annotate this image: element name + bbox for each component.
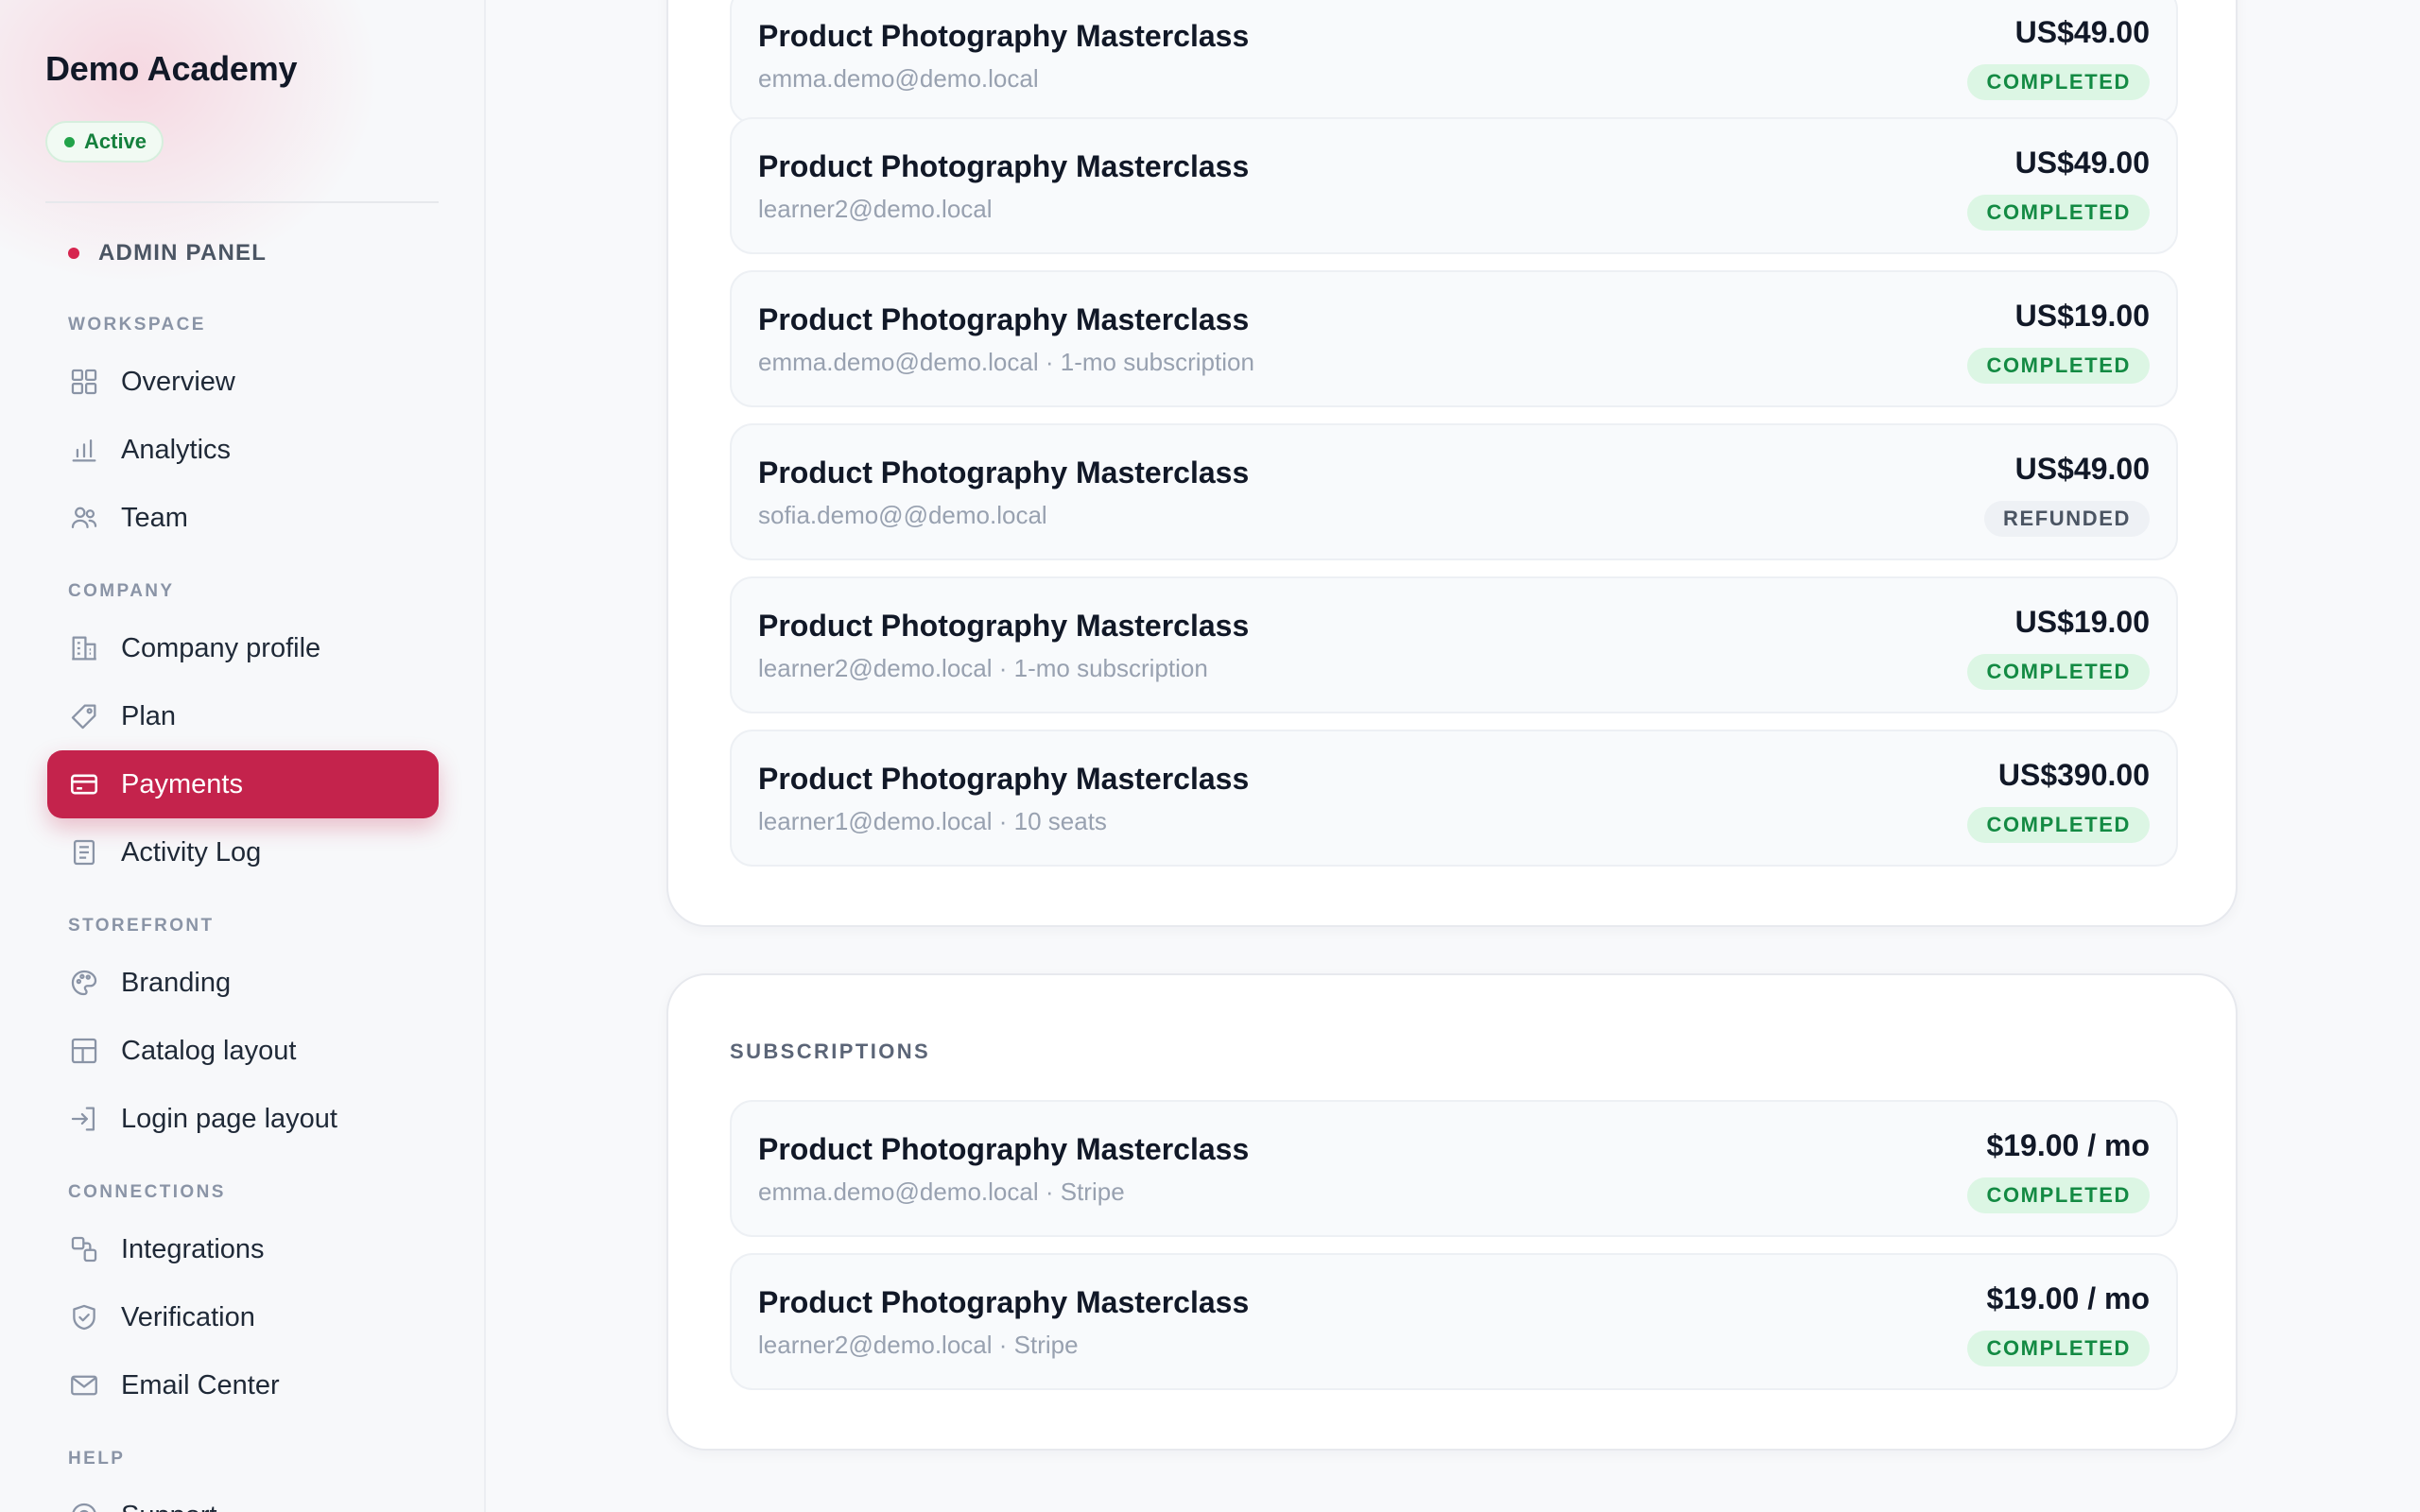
sidebar-item-login-page-layout[interactable]: Login page layout	[47, 1085, 439, 1153]
payment-customer: learner2@demo.local · 1-mo subscription	[758, 654, 1208, 682]
subscriptions-heading: SUBSCRIPTIONS	[730, 1040, 931, 1063]
sidebar-item-overview[interactable]: Overview	[47, 348, 439, 416]
payment-course-title: Product Photography Masterclass	[758, 609, 1250, 643]
status-badge: COMPLETED	[1967, 807, 2150, 843]
credit-card-icon	[68, 768, 100, 800]
sidebar-item-label: Login page layout	[121, 1103, 337, 1134]
sidebar-item-label: Verification	[121, 1301, 255, 1332]
sidebar-item-activity-log[interactable]: Activity Log	[47, 818, 439, 886]
mail-icon	[68, 1369, 100, 1401]
sidebar-item-verification[interactable]: Verification	[47, 1283, 439, 1351]
status-label: Active	[84, 129, 147, 153]
status-badge: COMPLETED	[1967, 64, 2150, 100]
grid-icon	[68, 366, 100, 398]
payment-amount: US$19.00	[2014, 605, 2150, 639]
status-badge: COMPLETED	[1967, 195, 2150, 231]
sidebar-item-company-profile[interactable]: Company profile	[47, 614, 439, 682]
section-storefront: STOREFRONT	[68, 916, 215, 936]
payment-amount: US$49.00	[2014, 15, 2150, 49]
payment-row[interactable]: Product Photography Masterclass learner2…	[730, 576, 2178, 713]
panel-dot-icon	[68, 248, 79, 259]
status-badge: COMPLETED	[1967, 654, 2150, 690]
admin-panel-label: ADMIN PANEL	[68, 240, 267, 266]
sidebar-item-team[interactable]: Team	[47, 484, 439, 552]
section-help: HELP	[68, 1449, 126, 1469]
subscription-amount: $19.00 / mo	[1986, 1128, 2150, 1162]
sidebar-item-label: Branding	[121, 967, 232, 998]
subscriptions-card: SUBSCRIPTIONS Product Photography Master…	[666, 973, 2238, 1451]
login-icon	[68, 1103, 100, 1135]
building-icon	[68, 632, 100, 664]
document-icon	[68, 836, 100, 868]
sidebar-divider	[45, 201, 439, 203]
tag-icon	[68, 700, 100, 732]
integrations-icon	[68, 1233, 100, 1265]
subscription-row[interactable]: Product Photography Masterclass emma.dem…	[730, 1100, 2178, 1237]
sidebar: Demo Academy Active ADMIN PANEL WORKSPAC…	[0, 0, 486, 1512]
payment-row[interactable]: Product Photography Masterclass learner2…	[730, 117, 2178, 254]
users-icon	[68, 502, 100, 534]
section-connections: CONNECTIONS	[68, 1182, 226, 1202]
sidebar-item-label: Analytics	[121, 434, 232, 465]
status-badge: REFUNDED	[1983, 501, 2150, 537]
payment-amount: US$49.00	[2014, 146, 2150, 180]
subscription-amount: $19.00 / mo	[1986, 1281, 2150, 1315]
subscription-customer: emma.demo@demo.local · Stripe	[758, 1177, 1125, 1206]
sidebar-item-label: Integrations	[121, 1233, 265, 1264]
payment-row[interactable]: Product Photography Masterclass sofia.de…	[730, 423, 2178, 560]
status-dot-icon	[64, 136, 75, 147]
sidebar-item-integrations[interactable]: Integrations	[47, 1215, 439, 1283]
payment-customer: sofia.demo@@demo.local	[758, 501, 1047, 529]
sidebar-item-email-center[interactable]: Email Center	[47, 1351, 439, 1419]
payment-customer: learner2@demo.local	[758, 195, 993, 223]
payment-row[interactable]: Product Photography Masterclass learner1…	[730, 730, 2178, 867]
sidebar-item-branding[interactable]: Branding	[47, 949, 439, 1017]
palette-icon	[68, 967, 100, 999]
layout-icon	[68, 1035, 100, 1067]
subscription-course-title: Product Photography Masterclass	[758, 1132, 1250, 1166]
sidebar-item-label: Team	[121, 502, 188, 533]
payment-course-title: Product Photography Masterclass	[758, 455, 1250, 490]
payment-row[interactable]: Product Photography Masterclass emma.dem…	[730, 0, 2178, 124]
payment-customer: emma.demo@demo.local	[758, 64, 1039, 93]
payment-amount: US$19.00	[2014, 299, 2150, 333]
sidebar-item-label: Email Center	[121, 1369, 280, 1400]
subscription-customer: learner2@demo.local · Stripe	[758, 1331, 1079, 1359]
payment-course-title: Product Photography Masterclass	[758, 149, 1250, 183]
sidebar-item-label: Support	[121, 1501, 217, 1512]
sidebar-item-label: Payments	[121, 768, 243, 799]
status-badge: COMPLETED	[1967, 348, 2150, 384]
sidebar-item-label: Overview	[121, 366, 235, 397]
payment-course-title: Product Photography Masterclass	[758, 762, 1250, 796]
payments-card: Product Photography Masterclass emma.dem…	[666, 0, 2238, 927]
subscription-course-title: Product Photography Masterclass	[758, 1285, 1250, 1319]
shield-check-icon	[68, 1301, 100, 1333]
payment-customer: learner1@demo.local · 10 seats	[758, 807, 1107, 835]
sidebar-item-catalog-layout[interactable]: Catalog layout	[47, 1017, 439, 1085]
subscription-row[interactable]: Product Photography Masterclass learner2…	[730, 1253, 2178, 1390]
sidebar-item-analytics[interactable]: Analytics	[47, 416, 439, 484]
support-icon	[68, 1500, 100, 1512]
sidebar-item-label: Plan	[121, 700, 177, 731]
payment-customer: emma.demo@demo.local · 1-mo subscription	[758, 348, 1254, 376]
admin-panel-text: ADMIN PANEL	[98, 240, 268, 266]
payment-row[interactable]: Product Photography Masterclass emma.dem…	[730, 270, 2178, 407]
payment-amount: US$49.00	[2014, 452, 2150, 486]
sidebar-item-support[interactable]: Support	[47, 1482, 439, 1512]
status-badge: COMPLETED	[1967, 1177, 2150, 1213]
section-workspace: WORKSPACE	[68, 315, 206, 335]
bar-chart-icon	[68, 434, 100, 466]
payment-course-title: Product Photography Masterclass	[758, 302, 1250, 336]
sidebar-item-payments[interactable]: Payments	[47, 750, 439, 818]
status-badge: COMPLETED	[1967, 1331, 2150, 1366]
sidebar-item-label: Catalog layout	[121, 1035, 297, 1066]
brand-title: Demo Academy	[45, 49, 298, 88]
sidebar-item-label: Company profile	[121, 632, 321, 663]
section-company: COMPANY	[68, 581, 175, 601]
payment-course-title: Product Photography Masterclass	[758, 19, 1250, 53]
sidebar-item-plan[interactable]: Plan	[47, 682, 439, 750]
payment-amount: US$390.00	[1997, 758, 2150, 792]
sidebar-item-label: Activity Log	[121, 836, 262, 868]
status-badge: Active	[45, 121, 164, 163]
